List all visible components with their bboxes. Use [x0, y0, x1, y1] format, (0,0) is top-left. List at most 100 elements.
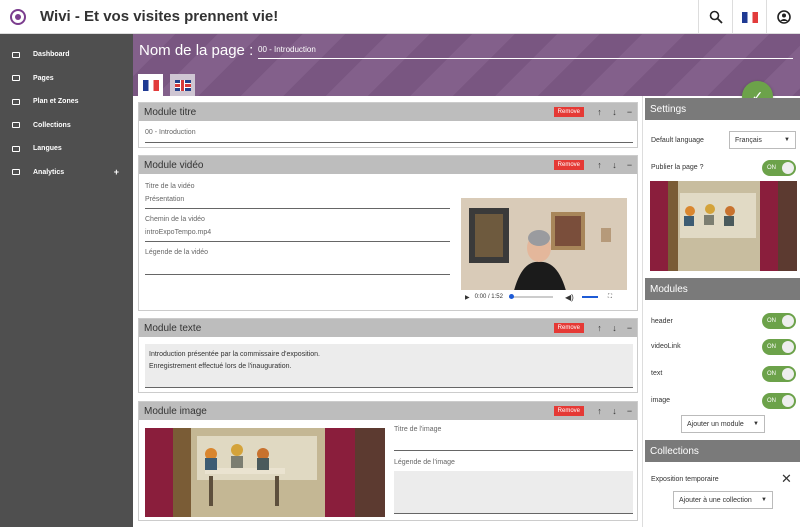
- module-title: Module vidéo: [144, 159, 204, 171]
- remove-button[interactable]: Remove: [553, 323, 584, 333]
- sidebar-item-pages[interactable]: Pages: [0, 67, 133, 91]
- sidebar-item-collections[interactable]: Collections: [0, 114, 133, 138]
- fr-flag-icon: [741, 11, 758, 23]
- account-button[interactable]: [766, 0, 800, 34]
- dashboard-icon: [12, 51, 20, 58]
- close-icon[interactable]: ✕: [781, 471, 792, 487]
- caret-down-icon: ▼: [784, 137, 790, 143]
- page-name-label: Nom de la page :: [139, 42, 254, 59]
- module-header: Module image Remove ↑ ↓ −: [139, 402, 637, 420]
- module-toggle-image[interactable]: ON: [762, 393, 796, 409]
- module-item-videolink: videoLink: [651, 343, 681, 350]
- video-title-label: Titre de la vidéo: [145, 183, 195, 190]
- move-down-icon[interactable]: ↓: [607, 107, 622, 117]
- sidebar-item-label: Plan et Zones: [33, 98, 79, 106]
- caret-down-icon: ▼: [761, 497, 767, 503]
- title-field[interactable]: 00 - Introduction: [145, 129, 633, 143]
- module-toggle-videolink[interactable]: ON: [762, 339, 796, 355]
- video-player[interactable]: [461, 198, 627, 304]
- video-controls: ▶ 0:00 / 1:52 ◀) ⛶: [461, 290, 627, 304]
- module-title: Module image: [144, 405, 207, 417]
- fullscreen-icon[interactable]: ⛶: [608, 294, 612, 301]
- sidebar-item-analytics[interactable]: Analytics +: [0, 161, 133, 185]
- sidebar-item-langues[interactable]: Langues: [0, 137, 133, 161]
- remove-button[interactable]: Remove: [553, 160, 584, 170]
- search-button[interactable]: [698, 0, 732, 34]
- translate-icon: [12, 145, 20, 152]
- module-toggle-text[interactable]: ON: [762, 366, 796, 382]
- settings-header: Settings: [645, 98, 800, 120]
- collapse-icon[interactable]: −: [622, 160, 637, 170]
- fr-flag-icon: [142, 79, 159, 91]
- search-icon: [709, 10, 723, 24]
- module-video: Module vidéo Remove ↑ ↓ − Titre de la vi…: [138, 155, 638, 311]
- text-area[interactable]: Introduction présentée par la commissair…: [145, 344, 633, 388]
- map-icon: [12, 98, 20, 105]
- sidebar-item-label: Dashboard: [33, 51, 70, 59]
- video-caption-field[interactable]: [145, 262, 450, 275]
- pages-icon: [12, 75, 20, 82]
- collections-header: Collections: [645, 440, 800, 462]
- analytics-icon: [12, 169, 20, 176]
- video-caption-label: Légende de la vidéo: [145, 249, 209, 256]
- default-language-select[interactable]: Français ▼: [729, 131, 796, 149]
- remove-button[interactable]: Remove: [553, 406, 584, 416]
- publish-label: Publier la page ?: [651, 164, 704, 171]
- modules-header: Modules: [645, 278, 800, 300]
- module-controls: Remove ↑ ↓ −: [553, 103, 637, 121]
- top-bar: Wivi - Et vos visites prennent vie!: [0, 0, 800, 34]
- page-name-input[interactable]: 00 - Introduction: [258, 45, 793, 59]
- move-down-icon[interactable]: ↓: [607, 323, 622, 333]
- volume-icon[interactable]: ◀): [565, 293, 574, 302]
- expand-icon[interactable]: +: [114, 167, 119, 177]
- move-up-icon[interactable]: ↑: [592, 107, 607, 117]
- module-texte: Module texte Remove ↑ ↓ − Introduction p…: [138, 318, 638, 393]
- tab-language-en[interactable]: [170, 74, 195, 96]
- main-content: Module titre Remove ↑ ↓ − 00 - Introduct…: [133, 96, 642, 527]
- module-title: Module titre: [144, 106, 197, 118]
- add-collection-select[interactable]: Ajouter à une collection ▼: [673, 491, 773, 509]
- move-up-icon[interactable]: ↑: [592, 406, 607, 416]
- module-header: Module texte Remove ↑ ↓ −: [139, 319, 637, 337]
- collapse-icon[interactable]: −: [622, 323, 637, 333]
- add-module-select[interactable]: Ajouter un module ▼: [681, 415, 765, 433]
- collapse-icon[interactable]: −: [622, 406, 637, 416]
- module-controls: Remove ↑ ↓ −: [553, 402, 637, 420]
- video-time: 0:00 / 1:52: [474, 294, 503, 300]
- uk-flag-icon: [174, 79, 191, 91]
- image-caption-field[interactable]: [394, 471, 633, 514]
- select-value: Français: [735, 136, 762, 144]
- module-header: Module vidéo Remove ↑ ↓ −: [139, 156, 637, 174]
- tab-language-fr[interactable]: [138, 74, 163, 96]
- collapse-icon[interactable]: −: [622, 107, 637, 117]
- play-icon[interactable]: ▶: [465, 294, 470, 301]
- image-title-field[interactable]: [394, 438, 633, 451]
- module-title: Module texte: [144, 322, 202, 334]
- sidebar-item-dashboard[interactable]: Dashboard: [0, 43, 133, 67]
- video-path-field[interactable]: introExpoTempo.mp4: [145, 229, 450, 242]
- module-image-preview[interactable]: [145, 428, 385, 517]
- painting-image: [145, 428, 385, 517]
- module-toggle-header[interactable]: ON: [762, 313, 796, 329]
- text-line: Introduction présentée par la commissair…: [149, 351, 320, 358]
- sidebar-item-plan-et-zones[interactable]: Plan et Zones: [0, 90, 133, 114]
- move-up-icon[interactable]: ↑: [592, 323, 607, 333]
- move-down-icon[interactable]: ↓: [607, 406, 622, 416]
- wivi-logo-icon: [10, 8, 26, 25]
- remove-button[interactable]: Remove: [553, 107, 584, 117]
- publish-toggle[interactable]: ON: [762, 160, 796, 176]
- sidebar-item-label: Analytics: [33, 168, 65, 176]
- module-header: Module titre Remove ↑ ↓ −: [139, 103, 637, 121]
- volume-slider[interactable]: [581, 296, 598, 298]
- progress-slider[interactable]: [508, 294, 553, 299]
- video-title-field[interactable]: Présentation: [145, 196, 450, 209]
- collection-item: Exposition temporaire: [651, 476, 719, 483]
- move-up-icon[interactable]: ↑: [592, 160, 607, 170]
- sidebar-item-label: Pages: [33, 74, 54, 82]
- list-icon: [12, 122, 20, 129]
- account-icon: [776, 10, 791, 24]
- module-item-header: header: [651, 318, 673, 325]
- language-button[interactable]: [732, 0, 766, 34]
- move-down-icon[interactable]: ↓: [607, 160, 622, 170]
- select-value: Ajouter un module: [687, 420, 744, 428]
